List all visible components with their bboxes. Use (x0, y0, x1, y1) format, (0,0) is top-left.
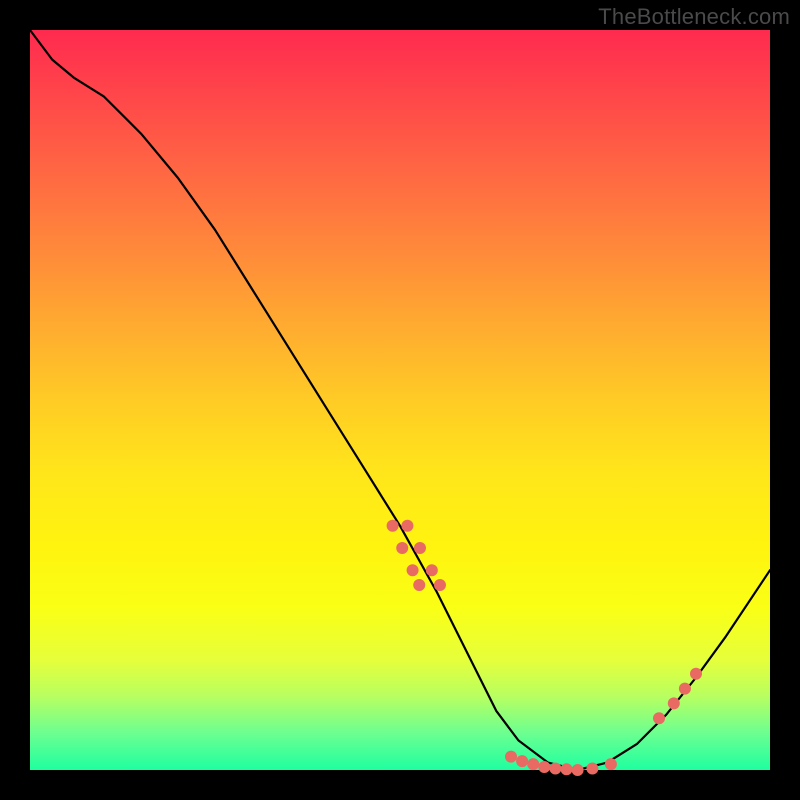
data-dots-group (387, 520, 702, 776)
data-dot (387, 520, 399, 532)
plot-gradient-background (30, 30, 770, 770)
bottleneck-curve (30, 30, 770, 770)
data-dot (414, 542, 426, 554)
data-dot (572, 764, 584, 776)
data-dot (426, 564, 438, 576)
data-dot (413, 579, 425, 591)
watermark-text: TheBottleneck.com (598, 4, 790, 30)
data-dot (690, 668, 702, 680)
data-dot (505, 751, 517, 763)
data-dot (586, 763, 598, 775)
data-dot (549, 763, 561, 775)
chart-frame: TheBottleneck.com (0, 0, 800, 800)
data-dot (668, 697, 680, 709)
data-dot (679, 683, 691, 695)
data-dot (407, 564, 419, 576)
data-dot (605, 758, 617, 770)
data-dot (653, 712, 665, 724)
data-dot (538, 761, 550, 773)
data-dot (561, 763, 573, 775)
data-dot (401, 520, 413, 532)
chart-svg (30, 30, 770, 770)
data-dot (396, 542, 408, 554)
data-dot (527, 758, 539, 770)
data-dot (516, 755, 528, 767)
data-dot (434, 579, 446, 591)
